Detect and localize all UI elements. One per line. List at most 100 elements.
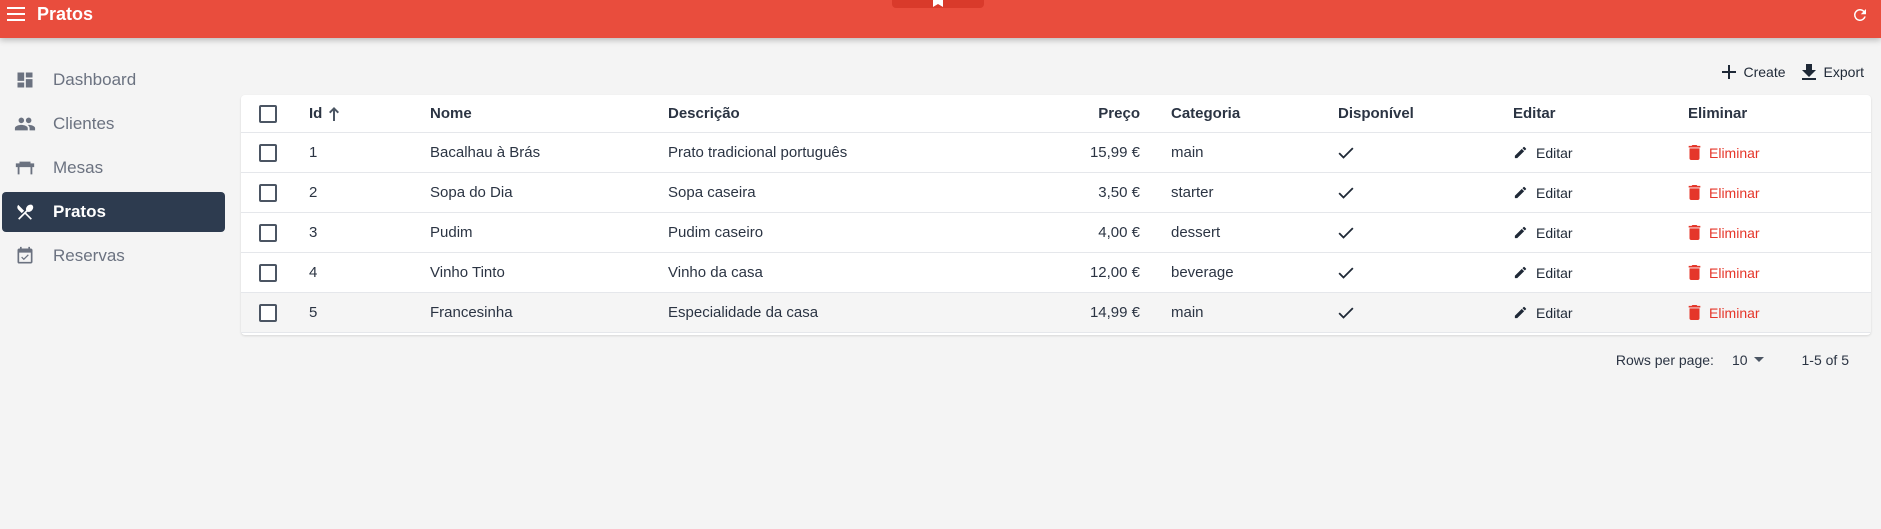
cell-nome: Vinho Tinto: [430, 264, 505, 281]
table-row[interactable]: 2 Sopa do Dia Sopa caseira 3,50 € starte…: [241, 173, 1871, 213]
edit-button[interactable]: Editar: [1513, 305, 1573, 321]
list-toolbar: Create Export: [1721, 64, 1864, 80]
refresh-icon[interactable]: [1849, 4, 1871, 26]
row-checkbox[interactable]: [259, 263, 277, 282]
cell-nome: Bacalhau à Brás: [430, 144, 541, 161]
restaurant-icon: [14, 201, 36, 223]
delete-button[interactable]: Eliminar: [1688, 225, 1760, 241]
caret-down-icon: [1753, 357, 1764, 362]
delete-label: Eliminar: [1709, 264, 1760, 281]
sidebar-item-clientes[interactable]: Clientes: [2, 104, 225, 144]
rows-per-page-select[interactable]: 10: [1732, 352, 1764, 368]
sidebar-item-pratos[interactable]: Pratos: [2, 192, 225, 232]
cell-descricao: Sopa caseira: [668, 184, 756, 201]
delete-button[interactable]: Eliminar: [1688, 145, 1760, 161]
cell-preco: 12,00 €: [1089, 264, 1140, 281]
trash-icon: [1688, 185, 1701, 200]
pencil-icon: [1514, 266, 1527, 279]
sidebar-item-label: Dashboard: [53, 70, 137, 89]
column-header-categoria[interactable]: Categoria: [1171, 95, 1240, 132]
row-checkbox[interactable]: [259, 223, 277, 242]
edit-button[interactable]: Editar: [1513, 265, 1573, 281]
cell-descricao: Pudim caseiro: [668, 224, 764, 241]
row-checkbox[interactable]: [259, 143, 277, 162]
table-row[interactable]: 5 Francesinha Especialidade da casa 14,9…: [241, 293, 1871, 333]
check-icon: [1338, 147, 1354, 159]
cell-nome: Pudim: [430, 224, 473, 241]
delete-button[interactable]: Eliminar: [1688, 305, 1760, 321]
cell-preco: 3,50 €: [1098, 184, 1140, 201]
menu-icon[interactable]: [4, 2, 28, 26]
cell-categoria: main: [1171, 304, 1204, 321]
select-all-checkbox[interactable]: [259, 104, 277, 123]
cell-preco: 15,99 €: [1089, 144, 1140, 161]
trash-icon: [1688, 305, 1701, 320]
column-header-eliminar: Eliminar: [1688, 105, 1748, 122]
edit-label: Editar: [1536, 304, 1573, 321]
edit-button[interactable]: Editar: [1513, 185, 1573, 201]
column-header-descricao[interactable]: Descrição: [668, 95, 740, 132]
export-button[interactable]: Export: [1801, 64, 1864, 80]
download-icon: [1801, 64, 1816, 80]
cell-id: 5: [309, 304, 318, 321]
dashboard-icon: [14, 69, 36, 91]
cell-categoria: dessert: [1171, 224, 1221, 241]
delete-label: Eliminar: [1709, 224, 1760, 241]
delete-label: Eliminar: [1709, 144, 1760, 161]
export-label: Export: [1823, 64, 1864, 80]
brand-logo: [892, 0, 984, 8]
delete-button[interactable]: Eliminar: [1688, 185, 1760, 201]
cell-id: 1: [309, 144, 318, 161]
pencil-icon: [1514, 186, 1527, 199]
table-icon: [14, 157, 36, 179]
sidebar-item-label: Pratos: [53, 202, 106, 221]
column-header-disponivel[interactable]: Disponível: [1338, 95, 1414, 132]
cell-categoria: starter: [1171, 184, 1214, 201]
page-title: Pratos: [37, 4, 94, 24]
edit-label: Editar: [1536, 224, 1573, 241]
delete-label: Eliminar: [1709, 304, 1760, 321]
cell-descricao: Prato tradicional português: [668, 144, 848, 161]
delete-label: Eliminar: [1709, 184, 1760, 201]
table-row[interactable]: 1 Bacalhau à Brás Prato tradicional port…: [241, 133, 1871, 173]
edit-button[interactable]: Editar: [1513, 225, 1573, 241]
table-row[interactable]: 3 Pudim Pudim caseiro 4,00 € dessert Edi…: [241, 213, 1871, 253]
table-row[interactable]: 4 Vinho Tinto Vinho da casa 12,00 € beve…: [241, 253, 1871, 293]
pagination: Rows per page: 10 1-5 of 5: [1616, 352, 1849, 368]
trash-icon: [1688, 145, 1701, 160]
column-header-id[interactable]: Id: [309, 95, 340, 132]
row-checkbox[interactable]: [259, 183, 277, 202]
app-bar: Pratos: [0, 0, 1881, 38]
bookmark-icon: [933, 0, 943, 7]
rows-per-page-label: Rows per page:: [1615, 352, 1714, 368]
edit-label: Editar: [1536, 184, 1573, 201]
trash-icon: [1688, 225, 1701, 240]
sidebar-item-dashboard[interactable]: Dashboard: [2, 60, 225, 100]
calendar-check-icon: [14, 245, 36, 267]
column-header-preco[interactable]: Preço: [1098, 95, 1140, 132]
cell-id: 2: [309, 184, 318, 201]
sidebar-item-reservas[interactable]: Reservas: [2, 236, 225, 276]
check-icon: [1338, 187, 1354, 199]
cell-descricao: Especialidade da casa: [668, 304, 819, 321]
check-icon: [1338, 267, 1354, 279]
row-checkbox[interactable]: [259, 303, 277, 322]
cell-id: 3: [309, 224, 318, 241]
create-label: Create: [1743, 64, 1786, 80]
delete-button[interactable]: Eliminar: [1688, 265, 1760, 281]
table-header-row: Id Nome Descrição Preço Categoria Dispon…: [241, 95, 1871, 133]
column-header-editar: Editar: [1513, 105, 1556, 122]
edit-button[interactable]: Editar: [1513, 145, 1573, 161]
plus-icon: [1721, 65, 1736, 79]
pencil-icon: [1514, 306, 1527, 319]
column-header-nome[interactable]: Nome: [430, 95, 472, 132]
sidebar-item-label: Mesas: [53, 158, 104, 177]
create-button[interactable]: Create: [1721, 64, 1786, 80]
cell-nome: Francesinha: [430, 304, 513, 321]
cell-descricao: Vinho da casa: [668, 264, 763, 281]
sidebar: Dashboard Clientes Mesas Pratos Reservas: [0, 60, 230, 280]
cell-id: 4: [309, 264, 318, 281]
cell-categoria: main: [1171, 144, 1204, 161]
sidebar-item-mesas[interactable]: Mesas: [2, 148, 225, 188]
sort-ascending-icon: [329, 106, 340, 121]
